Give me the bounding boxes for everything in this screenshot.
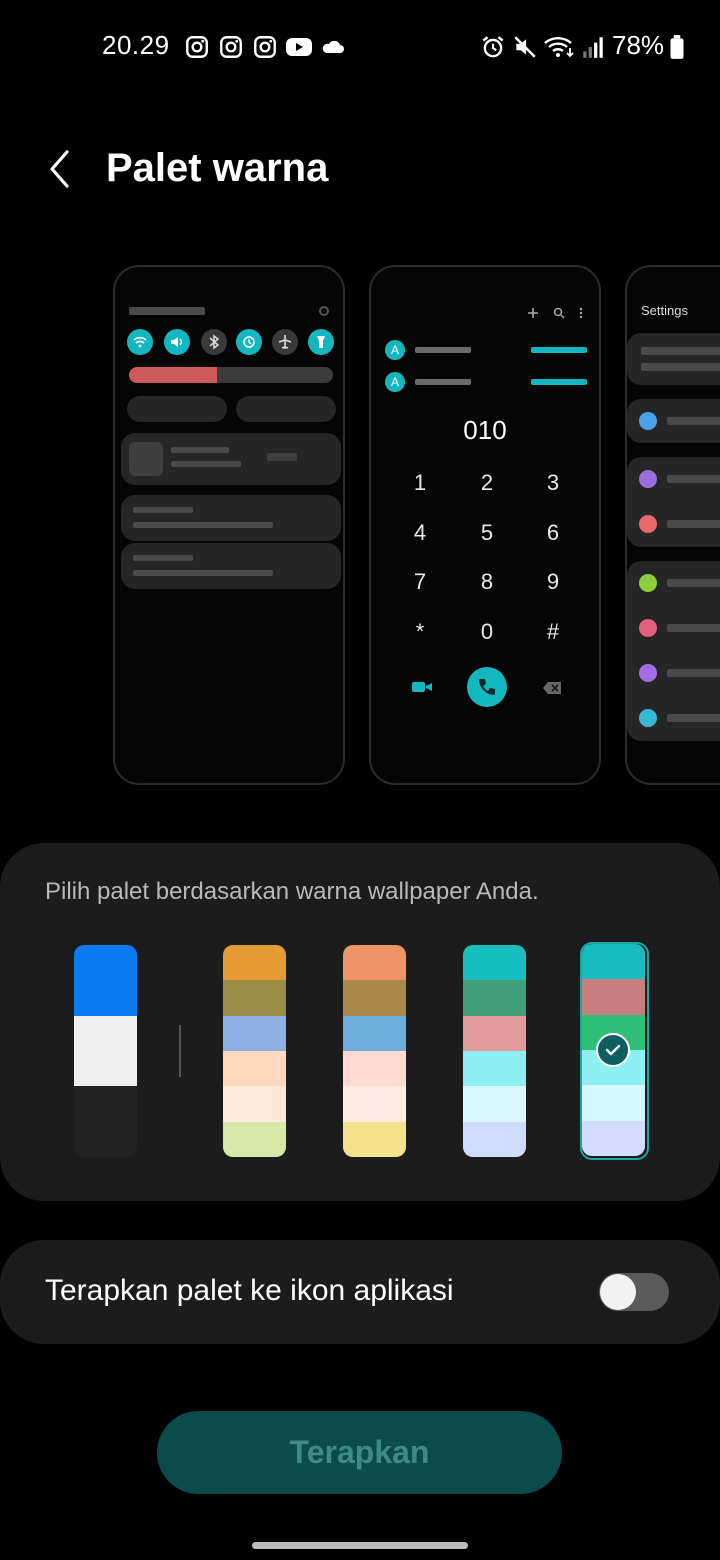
gear-icon [319, 306, 329, 316]
sound-icon [164, 329, 190, 355]
palette-swatch [74, 1086, 137, 1157]
plus-icon [528, 308, 538, 318]
palette-swatch [223, 1050, 286, 1087]
page-title: Palet warna [106, 146, 329, 190]
bluetooth-icon [201, 329, 227, 355]
palette-swatch [343, 980, 406, 1016]
dial-key: * [415, 619, 425, 644]
palette-swatch [343, 1015, 406, 1051]
status-bar: 20.29 78% [0, 0, 720, 92]
brightness-slider [129, 367, 333, 383]
palette-swatch [74, 945, 137, 1016]
check-icon [596, 1033, 630, 1067]
dial-key: 2 [480, 470, 494, 495]
palette-swatch [582, 1120, 645, 1156]
dial-key: 1 [413, 470, 427, 495]
cloud-icon [322, 40, 344, 53]
airplane-icon [272, 329, 298, 355]
instagram-icon [186, 36, 208, 58]
call-button [467, 667, 507, 707]
palette-swatch [582, 1085, 645, 1121]
preview-dialer: A A 010 1 2 3 4 5 6 7 8 9 * 0 # [369, 265, 601, 785]
dialer-number: 010 [463, 415, 507, 445]
palette-option-1[interactable] [223, 945, 286, 1157]
more-icon [579, 307, 583, 319]
wifi-icon [127, 329, 153, 355]
contact-avatar: A [385, 340, 405, 360]
dial-key: 6 [546, 520, 560, 545]
wifi-icon [544, 37, 574, 58]
palette-swatch [463, 945, 526, 981]
dial-key: 5 [480, 520, 494, 545]
dial-key: 9 [546, 569, 560, 594]
palette-swatch [463, 1015, 526, 1051]
palette-option-3[interactable] [463, 945, 526, 1157]
palette-swatch [223, 1015, 286, 1051]
palette-swatch [463, 1050, 526, 1087]
palette-swatch [343, 1050, 406, 1087]
search-icon [553, 307, 565, 319]
settings-title: Settings [641, 303, 688, 318]
palette-description: Pilih palet berdasarkan warna wallpaper … [45, 878, 539, 905]
preview-quick-panel [113, 265, 345, 785]
phone-icon [479, 679, 495, 695]
palette-swatch [343, 1086, 406, 1122]
palette-option-basic[interactable] [74, 945, 137, 1157]
dial-key: # [546, 619, 560, 644]
video-call-icon [412, 682, 432, 692]
icon-palette-toggle-label: Terapkan palet ke ikon aplikasi [45, 1274, 454, 1307]
home-indicator[interactable] [252, 1542, 468, 1549]
back-button[interactable] [40, 146, 80, 192]
instagram-icon [254, 36, 276, 58]
instagram-icon [220, 36, 242, 58]
switch-knob [600, 1274, 636, 1310]
dial-key: 7 [413, 569, 427, 594]
dial-key: 8 [480, 569, 494, 594]
preview-settings: Settings [625, 265, 720, 785]
palette-swatch [223, 980, 286, 1016]
status-time: 20.29 [102, 30, 170, 60]
apply-button[interactable]: Terapkan [157, 1411, 562, 1494]
palette-swatch [463, 980, 526, 1016]
palette-option-2[interactable] [343, 945, 406, 1157]
apply-button-label: Terapkan [289, 1434, 430, 1470]
battery-icon [670, 35, 684, 59]
chevron-left-icon [50, 150, 69, 188]
palette-swatch [343, 1121, 406, 1157]
dial-key: 3 [546, 470, 560, 495]
dial-key: 0 [480, 619, 494, 644]
battery-percentage: 78% [612, 30, 665, 60]
mute-icon [514, 36, 536, 58]
contact-avatar: A [385, 372, 405, 392]
palette-swatch [463, 1121, 526, 1157]
palette-swatch [463, 1086, 526, 1122]
palette-divider [179, 1025, 181, 1077]
palette-swatch [343, 945, 406, 981]
palette-swatch [74, 1015, 137, 1087]
palette-swatch [223, 945, 286, 981]
alarm-icon [482, 36, 504, 58]
palette-swatch [582, 944, 645, 980]
palette-swatch [223, 1121, 286, 1157]
rotate-icon [236, 329, 262, 355]
signal-icon [583, 37, 603, 58]
palette-swatch [223, 1086, 286, 1122]
backspace-icon [543, 682, 561, 694]
youtube-icon [286, 38, 312, 56]
dial-key: 4 [413, 520, 427, 545]
palette-swatch [582, 979, 645, 1015]
flashlight-icon [308, 329, 334, 355]
